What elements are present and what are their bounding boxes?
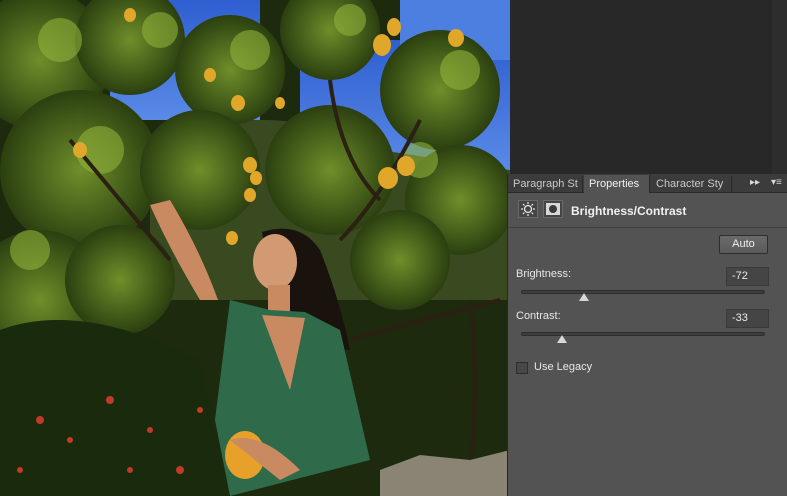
- adjustment-header: Brightness/Contrast: [508, 193, 787, 228]
- contrast-label: Contrast:: [516, 310, 561, 322]
- empty-workspace: [510, 0, 787, 174]
- tab-properties[interactable]: Properties: [584, 175, 650, 193]
- photo-image: [0, 0, 510, 496]
- use-legacy-label[interactable]: Use Legacy: [534, 361, 592, 373]
- brightness-label: Brightness:: [516, 268, 572, 280]
- auto-button[interactable]: Auto: [719, 235, 768, 254]
- tab-character-styles[interactable]: Character Sty: [651, 176, 732, 192]
- contrast-value-field[interactable]: -33: [726, 309, 769, 328]
- brightness-slider-thumb[interactable]: [579, 293, 589, 301]
- double-chevron-right-icon[interactable]: ▸▸: [750, 177, 760, 188]
- brightness-value-field[interactable]: -72: [726, 267, 769, 286]
- use-legacy-checkbox[interactable]: [516, 362, 528, 374]
- contrast-slider-thumb[interactable]: [557, 335, 567, 343]
- adjustment-title: Brightness/Contrast: [571, 204, 687, 218]
- layer-mask-icon[interactable]: [543, 200, 563, 218]
- properties-panel: Paragraph St Properties Character Sty ▸▸…: [507, 174, 787, 496]
- workspace-scrollbar[interactable]: [772, 0, 787, 174]
- panel-menu-icon[interactable]: ▾≡: [771, 177, 782, 188]
- tab-paragraph-styles[interactable]: Paragraph St: [508, 176, 583, 192]
- panel-tab-bar: Paragraph St Properties Character Sty ▸▸…: [508, 174, 787, 193]
- brightness-adjustment-icon[interactable]: [518, 200, 538, 218]
- brightness-slider-track[interactable]: [521, 290, 765, 294]
- document-canvas[interactable]: [0, 0, 510, 496]
